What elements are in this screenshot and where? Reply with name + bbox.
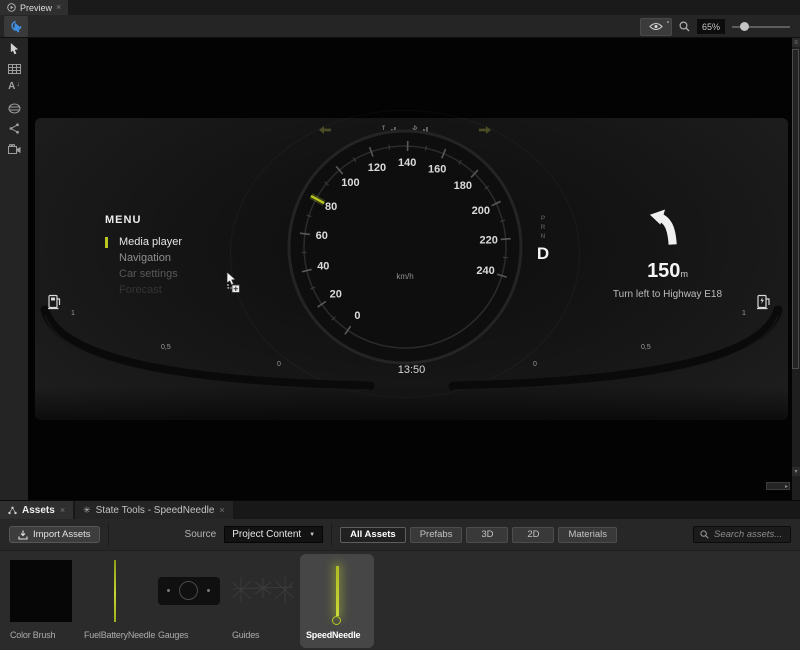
connections-tool-icon[interactable] (5, 121, 23, 136)
asset-tile-color-brush[interactable]: Color Brush (10, 559, 72, 640)
eye-icon (649, 22, 663, 31)
search-icon (700, 530, 709, 539)
fuel-half-label: 0,5 (161, 344, 171, 351)
design-studio-window: Preview × 65% A ↓ 0 20 40 60 80 100 120 … (0, 0, 800, 650)
close-icon[interactable]: × (56, 3, 61, 12)
preview-toolbar: 65% (0, 15, 800, 38)
asset-tile-guides[interactable]: Guides (232, 559, 294, 640)
eye-badge-dot (667, 20, 669, 23)
instrument-cluster: 0 20 40 60 80 100 120 140 160 180 200 220 240 km/h ME… (35, 118, 788, 420)
filter-prefabs[interactable]: Prefabs (409, 526, 463, 543)
source-dropdown[interactable]: Project Content ▼ (224, 526, 324, 543)
assets-panel: Assets × ✳ State Tools - SpeedNeedle × I… (0, 500, 800, 650)
asset-tile-fuelbatteryneedle[interactable]: FuelBatteryNeedle (84, 559, 155, 640)
asset-grid: Color Brush FuelBatteryNeedle Gauges Gui… (0, 551, 800, 650)
color-brush-thumbnail (10, 560, 72, 622)
panel-tabbar: Assets × ✳ State Tools - SpeedNeedle × (0, 501, 800, 519)
filter-all-assets[interactable]: All Assets (340, 526, 406, 543)
tab-preview[interactable]: Preview × (0, 0, 69, 15)
tool-rail: A ↓ (0, 38, 28, 500)
grid-tool-icon[interactable] (5, 61, 23, 76)
visibility-toggle-button[interactable] (640, 17, 672, 36)
live-selection-tool-button[interactable] (4, 16, 28, 37)
camera-tool-icon[interactable] (5, 141, 23, 156)
view-controls: 65% (640, 15, 790, 38)
asset-tile-speedneedle[interactable]: SpeedNeedle (300, 554, 374, 648)
preview-tab-label: Preview (20, 2, 53, 13)
import-icon (18, 530, 28, 540)
battery-half-label: 0,5 (641, 344, 651, 351)
text-tool-icon[interactable]: A ↓ (5, 81, 23, 96)
drag-copy-cursor-icon (226, 271, 240, 293)
import-assets-button[interactable]: Import Assets (9, 526, 100, 543)
layers-tool-icon[interactable] (5, 101, 23, 116)
fuel-full-label: 1 (71, 310, 75, 317)
asset-filters: All Assets Prefabs 3D 2D Materials (340, 526, 618, 543)
scrollbar-menu-icon[interactable]: ≡ (792, 38, 800, 47)
guides-thumbnail (233, 577, 293, 603)
filter-materials[interactable]: Materials (558, 526, 618, 543)
zoom-level-value[interactable]: 65% (697, 19, 725, 34)
zoom-slider-handle[interactable] (740, 21, 749, 31)
vertical-scrollbar-thumb[interactable] (792, 49, 799, 369)
source-label: Source (184, 529, 217, 540)
play-circle-icon (7, 3, 16, 12)
tab-state-tools-speedneedle[interactable]: ✳ State Tools - SpeedNeedle × (75, 501, 233, 519)
gauges-thumbnail (158, 577, 220, 605)
search-assets-input[interactable]: Search assets... (693, 526, 791, 543)
fuel-pump-icon (48, 294, 61, 310)
assets-toolbar: Import Assets Source Project Content ▼ A… (0, 519, 800, 551)
document-tabbar: Preview × (0, 0, 800, 15)
state-tools-icon: ✳ (83, 504, 91, 515)
toolbar-separator (331, 522, 333, 547)
vertical-scrollbar[interactable]: ≡ ▾ (792, 38, 800, 500)
cluster-clock: 13:50 (397, 364, 426, 376)
fuelbatteryneedle-thumbnail (114, 560, 116, 622)
scrollbar-down-arrow-icon[interactable]: ▾ (792, 467, 800, 476)
filter-3d[interactable]: 3D (466, 526, 509, 543)
close-icon[interactable]: × (219, 505, 224, 515)
search-placeholder: Search assets... (714, 529, 783, 540)
select-cursor-icon[interactable] (5, 41, 23, 56)
battery-charge-icon (757, 294, 770, 310)
preview-canvas[interactable]: 0 20 40 60 80 100 120 140 160 180 200 220 240 km/h ME… (28, 38, 792, 500)
close-icon[interactable]: × (60, 505, 65, 515)
blue-cursor-icon (10, 20, 21, 33)
tab-assets[interactable]: Assets × (0, 501, 74, 519)
assets-icon (8, 506, 17, 514)
zoom-magnifier-icon (679, 21, 690, 32)
chevron-down-icon: ▼ (309, 531, 316, 538)
toolbar-separator (107, 522, 109, 547)
zoom-slider[interactable] (732, 21, 790, 32)
speedneedle-thumbnail (331, 566, 341, 625)
asset-tile-gauges[interactable]: Gauges (158, 559, 220, 640)
filter-2d[interactable]: 2D (512, 526, 555, 543)
battery-full-label: 1 (742, 310, 746, 317)
horizontal-scrollbar[interactable]: ▸ (766, 482, 790, 490)
